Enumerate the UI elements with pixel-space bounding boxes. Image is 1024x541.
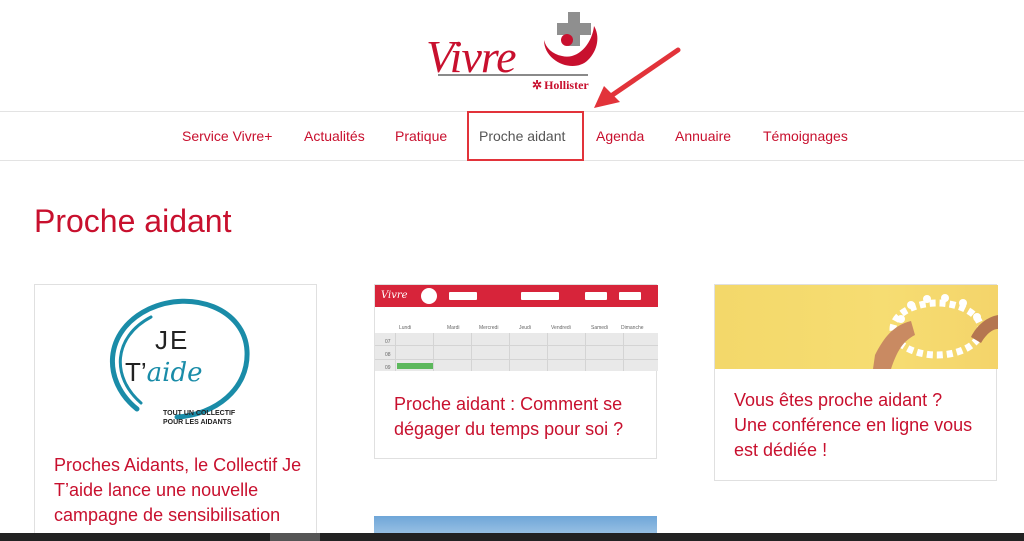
article-card-conference[interactable]: Vous êtes proche aidant ? Une conférence…: [714, 284, 998, 481]
article-title[interactable]: Vous êtes proche aidant ? Une conférence…: [734, 388, 974, 463]
grid-line: [471, 333, 472, 371]
grid-line: [375, 345, 658, 346]
day-label: Jeudi: [519, 325, 531, 331]
grid-line: [509, 333, 510, 371]
day-label: Mardi: [447, 325, 460, 331]
hollister-brand: ✲ Hollister: [532, 78, 589, 93]
calendar-logo: Vivre: [381, 290, 408, 301]
day-label: Lundi: [399, 325, 412, 331]
paper-people-chain-icon: [873, 294, 998, 369]
nav-item-annuaire[interactable]: Annuaire: [675, 112, 731, 160]
collectif-tagline: TOUT UN COLLECTIF POUR LES AIDANTS: [163, 409, 235, 427]
aide-script: aide: [146, 358, 203, 388]
nav-item-agenda[interactable]: Agenda: [596, 112, 644, 160]
article-card-je-taide[interactable]: JE T’aide TOUT UN COLLECTIF POUR LES AID…: [34, 284, 317, 541]
article-title[interactable]: Proches Aidants, le Collectif Je T’aide …: [54, 453, 304, 528]
hollister-label: Hollister: [544, 78, 589, 92]
grid-line: [623, 333, 624, 371]
tagline-line-1: TOUT UN COLLECTIF: [163, 410, 236, 417]
calendar-event: [397, 363, 433, 369]
hour-label: 09: [385, 365, 391, 371]
grid-line: [375, 359, 658, 360]
hollister-star-icon: ✲: [532, 78, 543, 92]
nav-item-temoignages[interactable]: Témoignages: [763, 112, 848, 160]
grid-line: [585, 333, 586, 371]
calendar-toolbar: [375, 307, 658, 342]
je-text: JE: [155, 325, 190, 355]
calendar-screenshot-image[interactable]: Vivre Lundi Mardi Mercredi Jeudi Vendred…: [375, 285, 658, 371]
hour-label: 08: [385, 352, 391, 358]
t-apostrophe: T’: [125, 357, 147, 387]
annotation-arrow-icon: [594, 47, 681, 108]
day-label: Vendredi: [551, 325, 571, 331]
day-label: Dimanche: [621, 325, 644, 331]
logo-divider: [438, 74, 588, 76]
hour-label: 07: [385, 339, 391, 345]
day-label: Mercredi: [479, 325, 499, 331]
horizontal-scrollbar[interactable]: [0, 533, 1024, 541]
calendar-select: [521, 292, 559, 300]
calendar-badge-icon: [421, 288, 437, 304]
calendar-select: [449, 292, 477, 300]
tagline-line-2: POUR LES AIDANTS: [163, 419, 232, 426]
annotation-highlight-box: [467, 111, 584, 161]
grid-line: [433, 333, 434, 371]
nav-item-actualites[interactable]: Actualités: [304, 112, 365, 160]
nav-item-pratique[interactable]: Pratique: [395, 112, 447, 160]
scrollbar-thumb[interactable]: [270, 533, 320, 541]
calendar-select: [585, 292, 607, 300]
nav-item-service-vivre[interactable]: Service Vivre+: [182, 112, 272, 160]
article-card-temps-pour-soi[interactable]: Vivre Lundi Mardi Mercredi Jeudi Vendred…: [374, 284, 658, 459]
calendar-header-bar: Vivre: [375, 285, 658, 307]
page-title: Proche aidant: [34, 203, 232, 239]
grid-line: [395, 333, 396, 371]
calendar-select: [619, 292, 641, 300]
hands-paper-chain-photo[interactable]: [715, 285, 998, 369]
article-title[interactable]: Proche aidant : Comment se dégager du te…: [394, 392, 644, 442]
taide-text: T’aide: [125, 357, 203, 388]
grid-line: [547, 333, 548, 371]
je-taide-logo-image[interactable]: JE T’aide TOUT UN COLLECTIF POUR LES AID…: [97, 291, 257, 441]
calendar-days-row: Lundi Mardi Mercredi Jeudi Vendredi Same…: [375, 323, 658, 333]
day-label: Samedi: [591, 325, 608, 331]
